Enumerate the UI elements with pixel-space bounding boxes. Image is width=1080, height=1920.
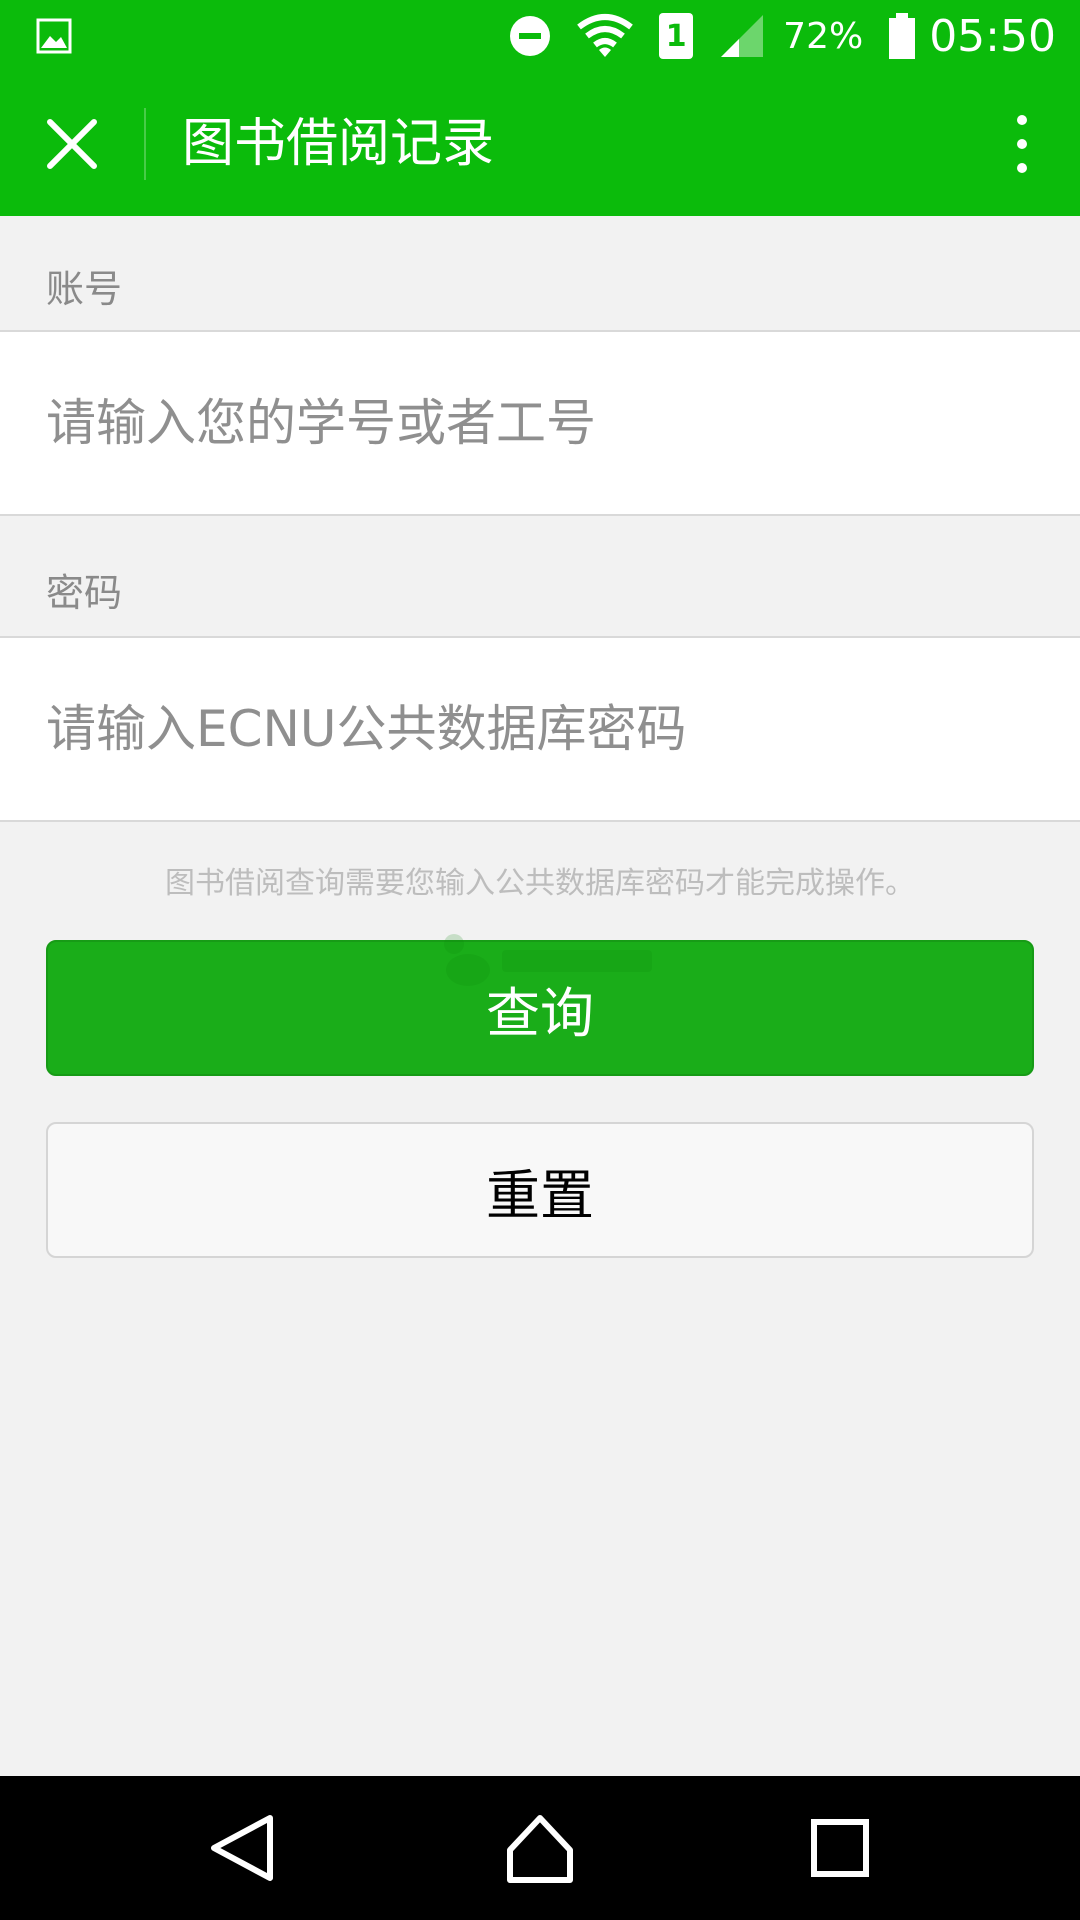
home-icon[interactable] — [502, 1810, 578, 1886]
watermark-logo — [444, 934, 652, 986]
password-field — [0, 636, 1080, 822]
password-input[interactable] — [46, 638, 1036, 820]
system-nav-bar — [0, 1776, 1080, 1920]
recents-icon[interactable] — [802, 1810, 878, 1886]
reset-button[interactable]: 重置 — [46, 1122, 1034, 1258]
account-field — [0, 330, 1080, 516]
clock: 05:50 — [929, 10, 1056, 62]
signal-icon — [721, 15, 764, 57]
wifi-icon — [577, 14, 633, 57]
page-title: 图书借阅记录 — [182, 114, 495, 174]
sim-icon: 1 — [659, 13, 694, 59]
battery-percent: 72% — [783, 15, 864, 57]
image-icon — [36, 18, 72, 54]
close-icon[interactable] — [44, 116, 100, 172]
app-header: 图书借阅记录 — [0, 72, 1080, 216]
account-input[interactable] — [46, 332, 1036, 514]
reset-button-label: 重置 — [486, 1163, 594, 1227]
status-bar: 1 72% 05:50 — [0, 0, 1080, 72]
more-vertical-icon[interactable] — [1004, 112, 1040, 176]
password-label: 密码 — [46, 571, 123, 615]
account-label: 账号 — [46, 267, 123, 311]
dnd-icon — [510, 16, 551, 56]
battery-icon — [889, 13, 916, 59]
back-icon[interactable] — [204, 1810, 280, 1886]
hint-text: 图书借阅查询需要您输入公共数据库密码才能完成操作。 — [165, 866, 915, 901]
header-divider — [144, 108, 146, 180]
